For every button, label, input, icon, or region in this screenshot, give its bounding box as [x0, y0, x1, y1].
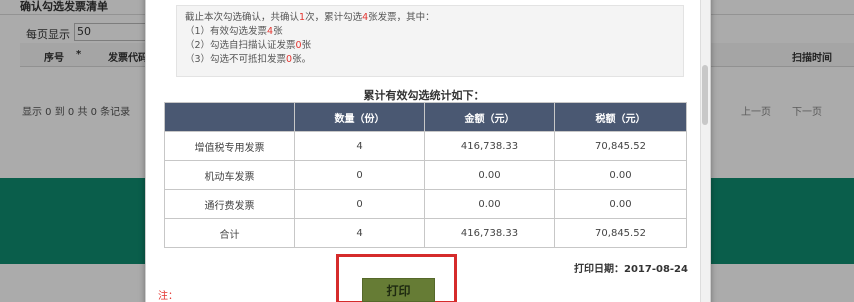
cell-amount: 0.00 [424, 160, 555, 190]
header-type [164, 102, 295, 132]
stats-title: 累计有效勾选统计如下： [363, 89, 485, 102]
table-row: 通行费发票 0 0.00 0.00 [164, 189, 687, 219]
table-row-total: 合计 4 416,738.33 70,845.52 [164, 218, 687, 248]
cell-type: 机动车发票 [164, 160, 295, 190]
stats-table-header-row: 数量（份） 金额（元） 税额（元） [164, 102, 687, 132]
header-quantity: 数量（份） [294, 102, 425, 132]
header-tax: 税额（元） [554, 102, 687, 132]
summary-line-total: 截止本次勾选确认，共确认1次，累计勾选4张发票，其中： [185, 12, 435, 23]
cell-amount: 416,738.33 [424, 218, 555, 248]
cell-type: 增值税专用发票 [164, 131, 295, 161]
print-date: 打印日期：2017-08-24 [574, 264, 688, 275]
summary-item-valid: （1）有效勾选发票4张 [185, 26, 283, 37]
summary-item-scanned: （2）勾选自扫描认证发票0张 [185, 40, 312, 51]
summary-item-non-deductible: （3）勾选不可抵扣发票0张。 [185, 54, 312, 65]
cell-quantity: 0 [294, 160, 425, 190]
table-row: 机动车发票 0 0.00 0.00 [164, 160, 687, 190]
table-row: 增值税专用发票 4 416,738.33 70,845.52 [164, 131, 687, 161]
cell-quantity: 4 [294, 218, 425, 248]
cell-tax: 0.00 [554, 189, 687, 219]
note-label: 注： [158, 291, 178, 302]
cell-type: 通行费发票 [164, 189, 295, 219]
cell-quantity: 4 [294, 131, 425, 161]
header-amount: 金额（元） [424, 102, 555, 132]
cell-type: 合计 [164, 218, 295, 248]
scrollbar-thumb[interactable] [702, 65, 708, 125]
cell-amount: 416,738.33 [424, 131, 555, 161]
cell-amount: 0.00 [424, 189, 555, 219]
print-button[interactable]: 打印 [362, 278, 435, 302]
cell-tax: 0.00 [554, 160, 687, 190]
confirm-stats-dialog: 截止本次勾选确认，共确认1次，累计勾选4张发票，其中： （1）有效勾选发票4张 … [145, 0, 711, 302]
dialog-scrollbar[interactable] [700, 0, 710, 302]
summary-box: 截止本次勾选确认，共确认1次，累计勾选4张发票，其中： （1）有效勾选发票4张 … [176, 5, 684, 77]
cell-tax: 70,845.52 [554, 131, 687, 161]
cell-quantity: 0 [294, 189, 425, 219]
cell-tax: 70,845.52 [554, 218, 687, 248]
stats-table: 数量（份） 金额（元） 税额（元） 增值税专用发票 4 416,738.33 7… [164, 102, 687, 248]
